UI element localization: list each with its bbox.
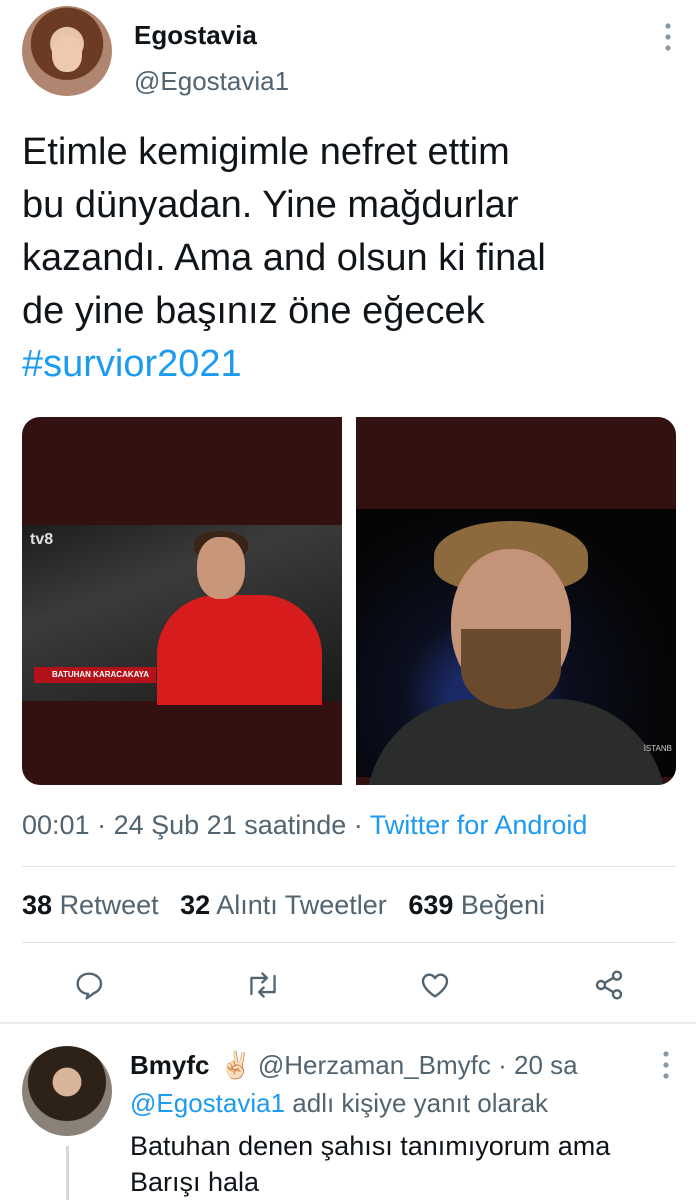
share-icon [595,970,623,1000]
quote-count-label: Alıntı Tweetler [216,890,387,920]
tweet-source-link[interactable]: Twitter for Android [370,810,588,840]
author-display-name[interactable]: Egostavia [134,20,257,51]
replying-to-line: @Egostavia1 adlı kişiye yanıt olarak [130,1088,548,1119]
name-caption: BATUHAN KARACAKAYA [34,667,156,683]
reply-author-avatar[interactable] [22,1046,112,1136]
more-options-icon[interactable] [660,22,676,52]
tweet-timestamp: 00:01 · 24 Şub 21 saatinde · Twitter for… [22,810,587,841]
reply-tweet[interactable]: Bmyfc ✌🏻 @Herzaman_Bmyfc · 20 sa @Egostavi… [0,1026,696,1200]
retweet-count[interactable]: 38 Retweet [22,890,159,920]
quote-tweet-count[interactable]: 32 Alıntı Tweetler [180,890,387,920]
divider [22,942,676,943]
reply-text: Batuhan denen şahısı tanımıyorum ama Bar… [130,1131,611,1197]
retweet-count-value: 38 [22,890,53,920]
like-button[interactable] [410,960,460,1010]
reply-time[interactable]: · 20 sa [498,1050,578,1080]
like-count-label: Beğeni [460,890,545,920]
heart-icon [421,973,449,998]
reply-header: Bmyfc ✌🏻 @Herzaman_Bmyfc · 20 sa [130,1050,578,1081]
like-count-value: 639 [408,890,454,920]
location-caption: İSTANB [643,744,672,753]
retweet-icon [250,972,276,998]
reply-author-name[interactable]: Bmyfc [130,1050,209,1080]
media-grid: tv8 BATUHAN KARACAKAYA İSTANB [22,417,676,785]
quote-count-value: 32 [180,890,211,920]
retweet-button[interactable] [238,960,288,1010]
tweet-date[interactable]: 24 Şub 21 saatinde [114,810,347,840]
retweet-count-label: Retweet [59,890,159,920]
tweet-time[interactable]: 00:01 [22,810,90,840]
reply-button[interactable] [64,960,114,1010]
beard [461,629,561,709]
hashtag-link[interactable]: #survior2021 [22,343,242,385]
separator: · [89,810,114,840]
reply-icon [76,972,103,1000]
media-image-left[interactable]: tv8 BATUHAN KARACAKAYA [22,417,342,785]
victory-hand-emoji: ✌🏻 [219,1050,252,1080]
author-handle[interactable]: @Egostavia1 [134,66,289,97]
red-jacket [157,595,322,705]
tweet-header: Egostavia @Egostavia1 [22,6,682,102]
tv-scene: tv8 BATUHAN KARACAKAYA [22,525,342,705]
tv-scene: İSTANB [356,509,676,785]
thread-connector-line [66,1146,69,1200]
like-count[interactable]: 639 Beğeni [408,890,545,920]
reply-to-suffix: adlı kişiye yanıt olarak [285,1088,549,1118]
media-image-right[interactable]: İSTANB [356,417,676,785]
tv-channel-logo: tv8 [30,531,54,548]
reply-author-handle[interactable]: @Herzaman_Bmyfc [258,1050,491,1080]
head [197,537,245,599]
section-divider [0,1022,696,1024]
separator: · [346,810,370,840]
shoulders [366,699,666,785]
tweet-action-bar [0,960,696,1010]
more-options-icon[interactable] [658,1050,674,1080]
author-avatar[interactable] [22,6,112,96]
divider [22,866,676,867]
tweet-text: Etimle kemigimle nefret ettim bu dünyada… [22,126,672,391]
tweet-body: Etimle kemigimle nefret ettim bu dünyada… [22,131,546,332]
share-button[interactable] [584,960,634,1010]
reply-to-mention[interactable]: @Egostavia1 [130,1088,285,1118]
engagement-stats: 38 Retweet 32 Alıntı Tweetler 639 Beğeni [22,890,559,921]
